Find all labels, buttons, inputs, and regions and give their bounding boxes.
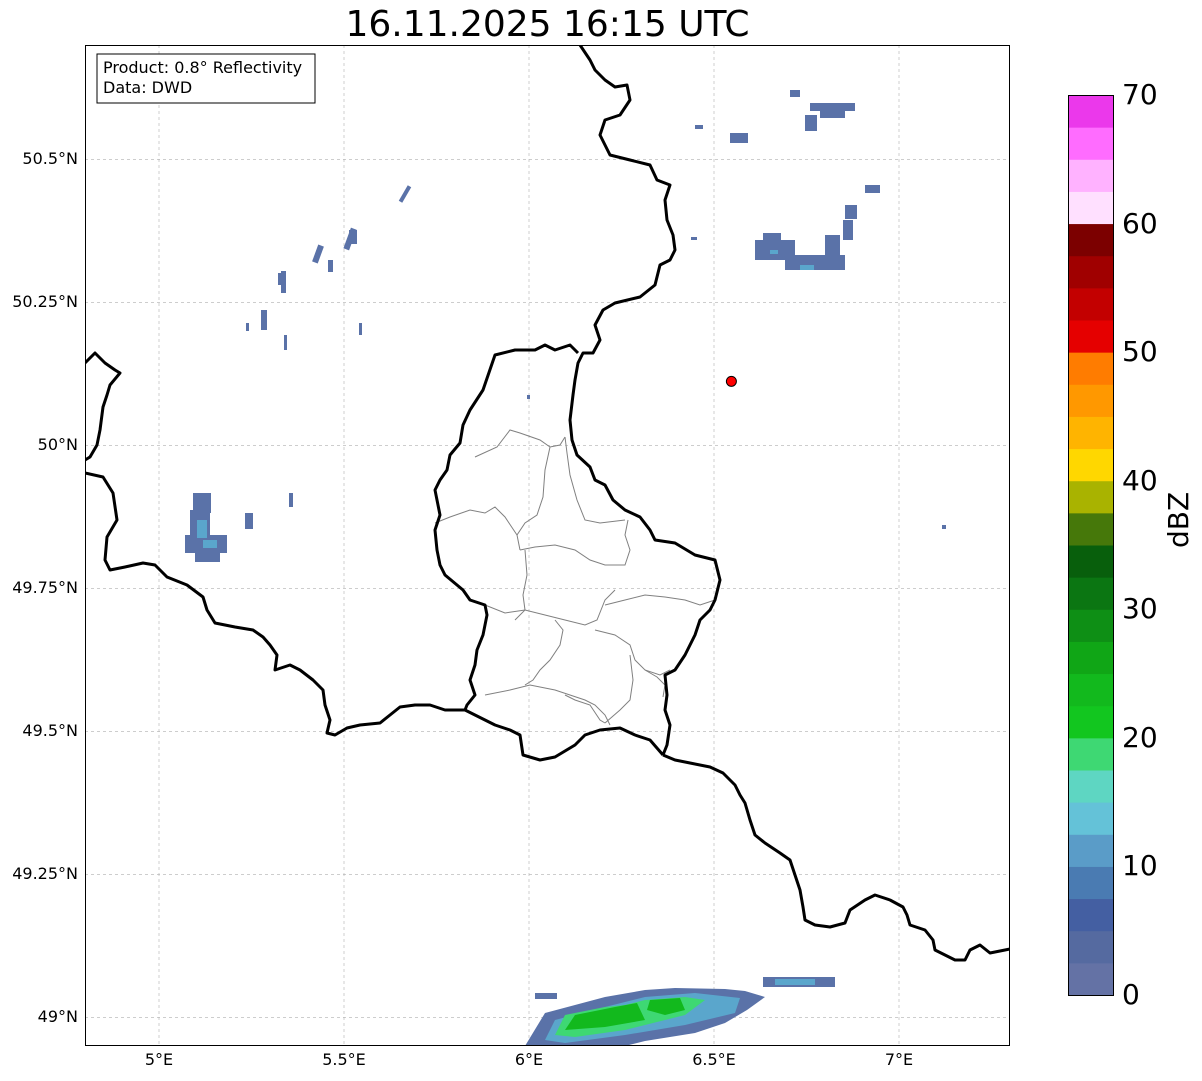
info-box: Product: 0.8° Reflectivity Data: DWD <box>96 53 316 104</box>
radar-site-marker <box>725 375 737 387</box>
colorbar-swatch <box>1068 609 1114 642</box>
lat-tick-label: 49°N <box>37 1007 78 1027</box>
colorbar-swatch <box>1068 384 1114 417</box>
colorbar-swatch <box>1068 898 1114 932</box>
colorbar-swatch <box>1068 930 1114 964</box>
lat-tick-label: 49.25°N <box>12 864 78 884</box>
colorbar-unit-label: dBZ <box>1162 491 1195 548</box>
colorbar-swatch <box>1068 448 1114 482</box>
echo-cluster-northeast <box>691 90 880 270</box>
lon-tick-label: 7°E <box>884 1050 914 1069</box>
lat-tick-label: 50.5°N <box>22 149 78 169</box>
colorbar-swatch <box>1068 545 1114 578</box>
colorbar-swatch <box>1068 287 1114 321</box>
colorbar-tick-label: 10 <box>1122 849 1158 883</box>
map-title: 16.11.2025 16:15 UTC <box>345 4 750 45</box>
colorbar-swatch <box>1068 159 1114 192</box>
colorbar-swatch <box>1068 416 1114 450</box>
colorbar-swatch <box>1068 866 1114 900</box>
lon-tick-label: 6°E <box>514 1050 544 1069</box>
colorbar-swatch <box>1068 223 1114 257</box>
colorbar-swatch <box>1068 770 1114 803</box>
colorbar-swatch <box>1068 641 1114 675</box>
colorbar-tick-label: 0 <box>1122 978 1140 1011</box>
lon-tick-label: 5°E <box>144 1050 174 1069</box>
colorbar <box>1068 95 1114 996</box>
radar-map[interactable]: Product: 0.8° Reflectivity Data: DWD <box>85 45 1010 1046</box>
luxembourg-canton-boundaries <box>434 429 716 726</box>
colorbar-swatch <box>1068 191 1114 225</box>
lat-tick-label: 50.25°N <box>12 292 78 312</box>
colorbar-swatch <box>1068 802 1114 835</box>
echo-cluster-northwest <box>246 185 412 350</box>
colorbar-tick-label: 40 <box>1122 463 1158 497</box>
colorbar-swatch <box>1068 962 1114 996</box>
lat-tick-label: 49.75°N <box>12 578 78 598</box>
colorbar-tick-label: 70 <box>1122 78 1158 111</box>
colorbar-swatch <box>1068 95 1114 128</box>
colorbar-swatch <box>1068 255 1114 289</box>
colorbar-swatch <box>1068 577 1114 610</box>
lon-tick-label: 5.5°E <box>322 1050 366 1069</box>
colorbar-tick-label: 20 <box>1122 720 1158 754</box>
colorbar-swatch <box>1068 127 1114 160</box>
lon-tick-label: 6.5°E <box>692 1050 736 1069</box>
lat-tick-label: 50°N <box>37 435 78 455</box>
colorbar-swatch <box>1068 512 1114 546</box>
colorbar-swatch <box>1068 834 1114 867</box>
colorbar-swatch <box>1068 480 1114 514</box>
colorbar-tick-label: 50 <box>1122 335 1158 369</box>
colorbar-swatch <box>1068 352 1114 385</box>
colorbar-tick-label: 30 <box>1122 592 1158 626</box>
colorbar-swatch <box>1068 705 1114 739</box>
info-data-source: Data: DWD <box>103 78 192 97</box>
colorbar-tick-label: 60 <box>1122 206 1158 240</box>
national-borders <box>85 45 1010 962</box>
echo-spots-misc <box>527 395 946 529</box>
radar-echoes <box>185 90 946 1046</box>
info-product: Product: 0.8° Reflectivity <box>103 58 302 77</box>
echo-band-south <box>525 977 835 1046</box>
colorbar-swatch <box>1068 673 1114 707</box>
lat-tick-label: 49.5°N <box>22 721 78 741</box>
colorbar-swatch <box>1068 320 1114 353</box>
colorbar-swatch <box>1068 737 1114 771</box>
